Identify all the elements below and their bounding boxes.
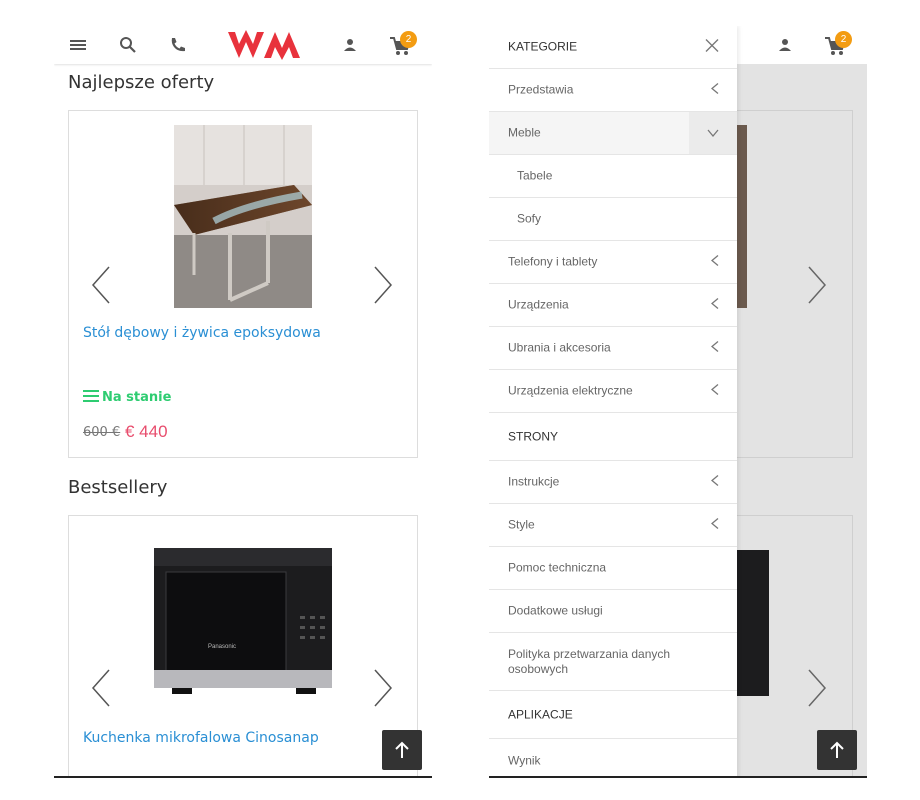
chevron-left-icon[interactable] [710, 341, 719, 356]
drawer-item-label: Style [508, 517, 535, 532]
user-icon[interactable] [340, 35, 360, 59]
chevron-left-icon[interactable] [710, 83, 719, 98]
scroll-to-top-button[interactable] [382, 730, 422, 770]
carousel-next-icon[interactable] [373, 265, 393, 309]
drawer-item-label: Wynik [508, 753, 541, 767]
drawer-item-label: Dodatkowe usługi [508, 603, 603, 618]
arrow-up-icon [394, 741, 410, 763]
product-title-link[interactable]: Stół dębowy i żywica epoksydowa [83, 325, 321, 341]
product-image-microwave[interactable]: Panasonic [152, 546, 334, 696]
chevron-left-icon[interactable] [710, 255, 719, 270]
chevron-down-icon[interactable] [707, 126, 719, 140]
top-header: 2 [54, 26, 432, 64]
close-icon[interactable] [705, 39, 719, 56]
cart-icon[interactable]: 2 [823, 31, 852, 62]
scroll-to-top-button[interactable] [817, 730, 857, 770]
carousel-next-icon [807, 668, 827, 712]
cart-count-badge: 2 [835, 31, 852, 48]
phone-home-screen: 2 Najlepsze oferty Stół dębowy i żywica … [54, 26, 432, 778]
drawer-heading: APLIKACJE [508, 707, 573, 721]
drawer-subitem-tabele[interactable]: Tabele [489, 155, 737, 198]
user-icon[interactable] [775, 35, 795, 59]
logo[interactable] [226, 28, 306, 66]
drawer-item-label: Sofy [517, 211, 542, 226]
drawer-item-label: Telefony i tablety [508, 254, 598, 269]
search-icon[interactable] [118, 35, 138, 59]
drawer-header-categories: KATEGORIE [489, 26, 737, 69]
drawer-header-pages: STRONY [489, 413, 737, 461]
drawer-item-urzadzenia[interactable]: Urządzenia [489, 284, 737, 327]
drawer-item-label: Urządzenia elektryczne [508, 383, 633, 398]
drawer-header-apps: APLIKACJE [489, 691, 737, 739]
drawer-item-style[interactable]: Style [489, 504, 737, 547]
drawer-item-label: Przedstawia [508, 82, 574, 97]
drawer-item-przedstawia[interactable]: Przedstawia [489, 69, 737, 112]
carousel-next-icon[interactable] [373, 668, 393, 712]
drawer-item-label: Ubrania i akcesoria [508, 340, 611, 355]
carousel-next-icon [807, 265, 827, 309]
chevron-left-icon[interactable] [710, 475, 719, 490]
drawer-item-label: Polityka przetwarzania danych osobowych [508, 646, 671, 676]
chevron-left-icon[interactable] [710, 518, 719, 533]
drawer-item-instrukcje[interactable]: Instrukcje [489, 461, 737, 504]
drawer-item-label: Tabele [517, 168, 553, 183]
chevron-left-icon[interactable] [710, 384, 719, 399]
product-card-microwave[interactable]: Panasonic Kuchenka mikrofalowa Cinosanap [68, 515, 418, 776]
category-drawer: KATEGORIE Przedstawia Meble Tabele Sofy … [489, 26, 737, 776]
drawer-item-dodatkowe[interactable]: Dodatkowe usługi [489, 590, 737, 633]
drawer-item-polityka[interactable]: Polityka przetwarzania danych osobowych [489, 633, 737, 691]
microwave-brand-text: Panasonic [208, 644, 237, 650]
drawer-item-meble[interactable]: Meble [489, 112, 737, 155]
menu-icon[interactable] [68, 35, 88, 59]
drawer-heading: STRONY [508, 429, 559, 443]
drawer-heading: KATEGORIE [508, 39, 578, 54]
carousel-prev-icon[interactable] [91, 668, 111, 712]
drawer-item-urzadzenia-elektryczne[interactable]: Urządzenia elektryczne [489, 370, 737, 413]
stock-label: Na stanie [102, 390, 172, 405]
cart-count-badge: 2 [400, 31, 417, 48]
product-card-table[interactable]: Stół dębowy i żywica epoksydowa Na stani… [68, 110, 418, 458]
product-image-table[interactable] [174, 125, 312, 308]
stock-icon [83, 389, 99, 407]
phone-menu-screen: 2 KATEGORIE Przedstawia Meble Tabele Sof… [489, 26, 867, 778]
stock-status: Na stanie [83, 389, 171, 407]
drawer-item-wynik[interactable]: Wynik [489, 739, 737, 776]
drawer-item-pomoc[interactable]: Pomoc techniczna [489, 547, 737, 590]
section-title-bestsellers: Bestsellery [68, 477, 168, 498]
carousel-prev-icon[interactable] [91, 265, 111, 309]
chevron-left-icon[interactable] [710, 298, 719, 313]
arrow-up-icon [829, 741, 845, 763]
drawer-item-telefony[interactable]: Telefony i tablety [489, 241, 737, 284]
drawer-item-label: Meble [508, 125, 541, 140]
background-card [737, 110, 853, 458]
drawer-item-label: Urządzenia [508, 297, 569, 312]
drawer-subitem-sofy[interactable]: Sofy [489, 198, 737, 241]
drawer-item-ubrania[interactable]: Ubrania i akcesoria [489, 327, 737, 370]
cart-icon[interactable]: 2 [388, 31, 417, 62]
dimmed-overlay[interactable] [737, 64, 867, 776]
drawer-item-label: Instrukcje [508, 474, 560, 489]
section-title-best-offers: Najlepsze oferty [68, 72, 215, 93]
price-old: 600 € [83, 425, 121, 440]
drawer-item-label: Pomoc techniczna [508, 560, 607, 575]
price-new: € 440 [125, 422, 168, 441]
phone-icon[interactable] [168, 35, 188, 59]
product-title-link[interactable]: Kuchenka mikrofalowa Cinosanap [83, 730, 319, 746]
